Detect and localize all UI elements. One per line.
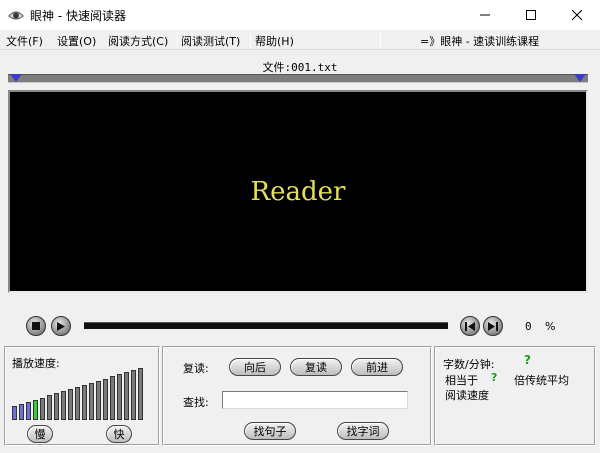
stop-icon (32, 322, 40, 330)
reading-speed-label: 阅读速度 (445, 389, 489, 402)
speed-level-bar[interactable] (138, 368, 143, 420)
speed-level-bar[interactable] (61, 391, 66, 420)
speed-level-bar[interactable] (47, 395, 52, 420)
back-button[interactable]: 向后 (229, 358, 281, 376)
play-icon (57, 321, 65, 331)
speed-level-bar[interactable] (103, 379, 108, 420)
display-text: Reader (250, 176, 346, 207)
speed-level-bar[interactable] (26, 402, 31, 420)
speed-level-bar[interactable] (131, 370, 136, 420)
speed-level-bar[interactable] (54, 393, 59, 420)
menu-reading-mode[interactable]: 阅读方式(C) (108, 33, 168, 49)
speed-level-bar[interactable] (19, 404, 24, 420)
equivalent-label: 相当于 (445, 374, 478, 387)
search-label: 查找: (183, 396, 209, 409)
progress-start-marker[interactable] (10, 74, 22, 82)
speed-level-bar[interactable] (12, 406, 17, 420)
reading-display: Reader (8, 90, 588, 293)
find-word-button[interactable]: 找字词 (337, 422, 389, 440)
speed-level-bar[interactable] (96, 381, 101, 420)
minimize-icon (480, 14, 490, 16)
play-button[interactable] (51, 316, 71, 336)
next-icon (488, 321, 498, 331)
app-eye-icon (8, 7, 24, 23)
progress-percent-value: 0 (525, 320, 532, 333)
speed-level-bar[interactable] (89, 383, 94, 420)
find-sentence-button[interactable]: 找句子 (244, 422, 296, 440)
menu-settings[interactable]: 设置(O) (57, 33, 96, 49)
speed-level-bar[interactable] (68, 389, 73, 420)
speed-label: 播放速度: (12, 357, 60, 370)
speed-level-bar[interactable] (82, 385, 87, 420)
progress-end-marker[interactable] (574, 74, 586, 82)
window-title: 眼神 - 快速阅读器 (30, 9, 126, 23)
wpm-value: ? (524, 353, 531, 367)
fast-button[interactable]: 快 (106, 425, 132, 443)
reread-button[interactable]: 复读 (290, 358, 342, 376)
reread-label: 复读: (183, 362, 209, 375)
forward-button[interactable]: 前进 (351, 358, 403, 376)
search-input[interactable] (222, 391, 408, 409)
reading-progress-track[interactable] (8, 74, 588, 83)
course-link[interactable]: =》眼神 - 速读训练课程 (420, 33, 539, 49)
menu-separator (177, 32, 178, 48)
position-slider[interactable] (84, 322, 448, 329)
next-button[interactable] (483, 316, 503, 336)
menu-separator (380, 32, 381, 48)
menu-reading-test[interactable]: 阅读测试(T) (181, 33, 240, 49)
minimize-button[interactable] (462, 0, 508, 30)
menu-bar: 文件(F) 设置(O) 阅读方式(C) 阅读测试(T) 帮助(H) =》眼神 -… (0, 30, 600, 50)
menu-help[interactable]: 帮助(H) (255, 33, 294, 49)
maximize-icon (526, 10, 536, 20)
close-button[interactable] (554, 0, 600, 30)
speed-level-bar[interactable] (124, 372, 129, 420)
speed-level-bar[interactable] (110, 376, 115, 420)
average-label: 倍传统平均 (514, 374, 569, 387)
wpm-label: 字数/分钟: (443, 358, 495, 371)
title-bar: 眼神 - 快速阅读器 (0, 0, 600, 30)
progress-percent-sign: % (545, 320, 556, 333)
prev-button[interactable] (460, 316, 480, 336)
maximize-button[interactable] (508, 0, 554, 30)
speed-level-bar[interactable] (33, 400, 38, 420)
speed-level-bar[interactable] (40, 398, 45, 420)
speed-level-bar[interactable] (75, 387, 80, 420)
speed-level-bar[interactable] (117, 374, 122, 420)
menu-file[interactable]: 文件(F) (6, 33, 43, 49)
close-icon (572, 10, 582, 20)
slow-button[interactable]: 慢 (27, 425, 53, 443)
menu-separator (250, 32, 251, 48)
file-name-label: 文件:001.txt (262, 61, 338, 74)
prev-icon (465, 321, 475, 331)
equivalent-value: ? (491, 371, 498, 384)
stop-button[interactable] (26, 316, 46, 336)
